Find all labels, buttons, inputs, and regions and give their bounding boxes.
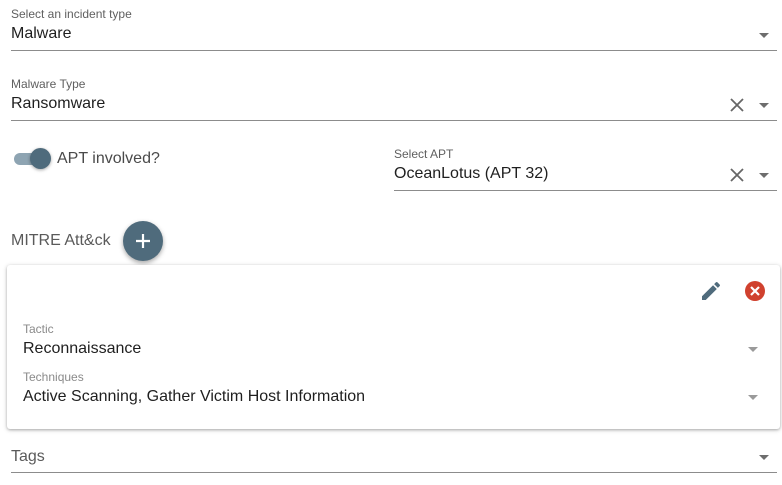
tactic-label: Tactic: [23, 322, 54, 336]
tactic-select[interactable]: Tactic Reconnaissance: [23, 320, 763, 360]
chevron-down-icon[interactable]: [759, 455, 769, 460]
pencil-icon[interactable]: [699, 279, 723, 303]
add-mitre-button[interactable]: [123, 221, 163, 261]
malware-type-value: Ransomware: [11, 95, 106, 112]
select-apt-underline: [394, 190, 777, 191]
select-apt-label: Select APT: [394, 147, 454, 161]
close-circle-icon[interactable]: [743, 279, 767, 303]
tags-underline: [11, 472, 777, 473]
clear-icon[interactable]: [729, 97, 745, 113]
clear-icon[interactable]: [729, 167, 745, 183]
chevron-down-icon[interactable]: [748, 395, 758, 400]
techniques-value: Active Scanning, Gather Victim Host Info…: [23, 388, 366, 405]
apt-involved-label: APT involved?: [57, 150, 160, 167]
tags-placeholder: Tags: [11, 448, 45, 465]
chevron-down-icon[interactable]: [759, 173, 769, 178]
incident-type-select[interactable]: Select an incident type Malware: [11, 0, 777, 52]
tags-select[interactable]: Tags: [11, 440, 777, 475]
mitre-card: Tactic Reconnaissance Techniques Active …: [7, 265, 780, 429]
incident-type-value: Malware: [11, 25, 72, 42]
mitre-section-title: MITRE Att&ck: [11, 232, 111, 249]
plus-icon: [136, 234, 150, 248]
incident-type-label: Select an incident type: [11, 7, 132, 21]
techniques-select[interactable]: Techniques Active Scanning, Gather Victi…: [23, 368, 763, 408]
select-apt-select[interactable]: Select APT OceanLotus (APT 32): [394, 140, 777, 192]
select-apt-value: OceanLotus (APT 32): [394, 165, 549, 182]
chevron-down-icon[interactable]: [748, 347, 758, 352]
chevron-down-icon[interactable]: [759, 103, 769, 108]
malware-type-underline: [11, 120, 777, 121]
incident-type-underline: [11, 50, 777, 51]
malware-type-label: Malware Type: [11, 77, 86, 91]
chevron-down-icon[interactable]: [759, 33, 769, 38]
tactic-value: Reconnaissance: [23, 340, 142, 357]
malware-type-select[interactable]: Malware Type Ransomware: [11, 70, 777, 122]
toggle-thumb[interactable]: [30, 148, 51, 169]
techniques-label: Techniques: [23, 370, 84, 384]
